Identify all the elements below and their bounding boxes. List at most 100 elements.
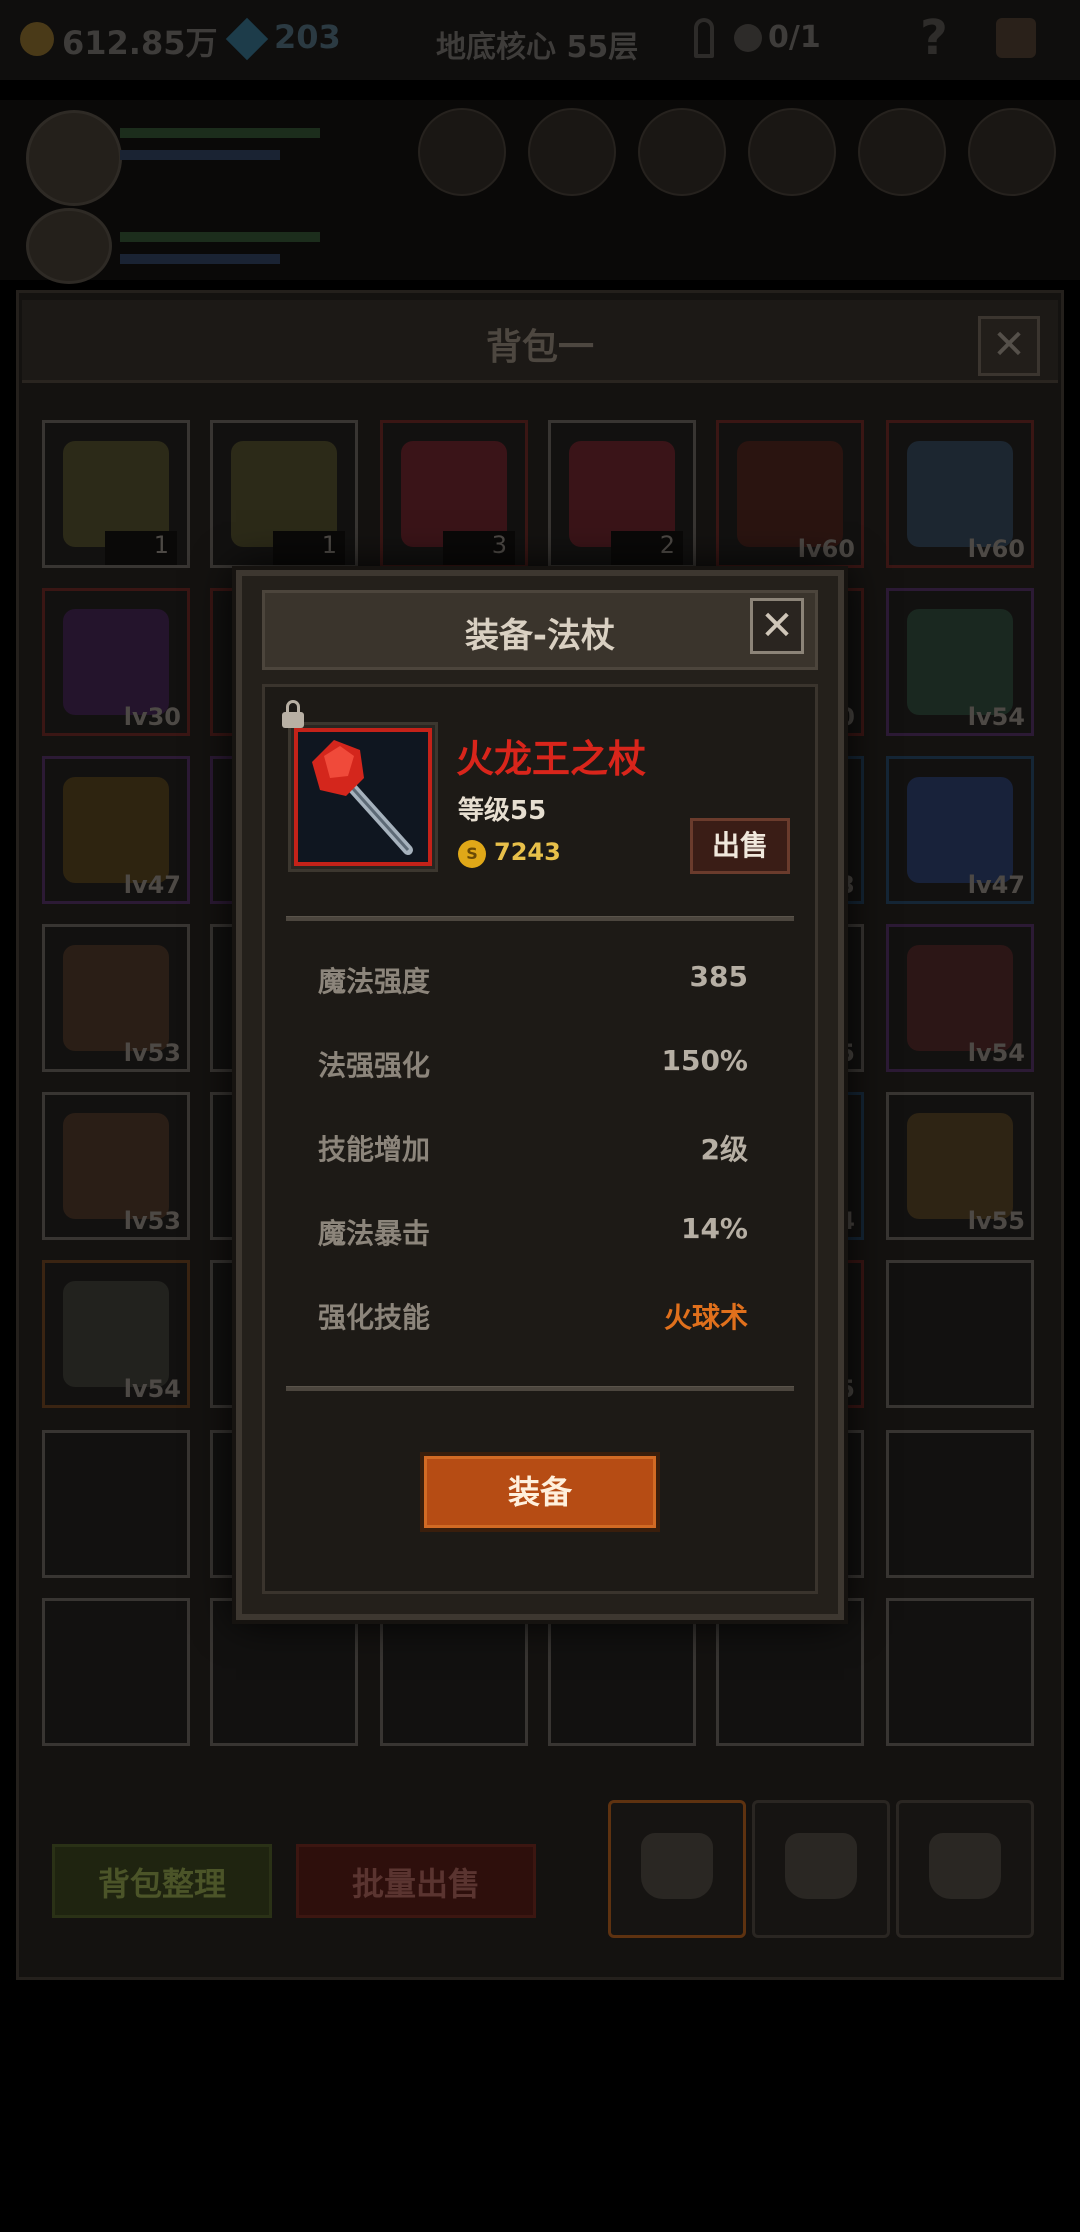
dialog-title: 装备-法杖 [464,616,616,656]
hero-hp-bar [120,128,320,138]
key-count: 0/1 [768,20,821,55]
item-quantity: 2 [611,531,683,565]
sort-backpack-button[interactable]: 背包整理 [52,1844,272,1918]
item-slot[interactable]: 3 [380,420,528,568]
item-slot[interactable]: lv54 [886,588,1034,736]
trident-icon [737,441,843,547]
stat-value: 14% [680,1212,748,1245]
stat-value: 385 [689,960,748,993]
sell-button[interactable]: 出售 [690,818,790,874]
bag-icon [929,1833,1001,1899]
item-level-label: lv53 [123,1039,181,1067]
bag-icon [641,1833,713,1899]
key-icon [694,18,714,58]
skill-slot-1[interactable] [418,108,506,196]
stat-value: 150% [661,1044,748,1077]
empty-slot[interactable] [716,1598,864,1746]
empty-slot[interactable] [210,1598,358,1746]
empty-slot[interactable] [548,1598,696,1746]
empty-slot[interactable] [886,1430,1034,1578]
empty-slot[interactable] [886,1598,1034,1746]
stat-label: 魔法强度 [318,965,431,998]
item-level-label: lv60 [967,535,1025,563]
book-icon [907,1113,1013,1219]
bag-tab-2[interactable] [752,1800,890,1938]
claws-icon [63,609,169,715]
skill-slot-2[interactable] [528,108,616,196]
equip-button[interactable]: 装备 [420,1452,660,1532]
item-slot[interactable]: lv60 [716,420,864,568]
backpack-close-button[interactable]: ✕ [978,316,1040,376]
item-level-label: lv55 [967,1207,1025,1235]
item-slot[interactable]: lv60 [886,420,1034,568]
settings-icon[interactable] [996,18,1036,58]
amulet-icon [907,777,1013,883]
hero-mp-bar-2 [120,254,280,264]
item-slot[interactable]: lv54 [42,1260,190,1408]
empty-slot[interactable] [42,1430,190,1578]
backpack-title: 背包一 [485,327,594,368]
divider [286,1386,794,1391]
skill-slot-3[interactable] [638,108,726,196]
ring-blue-icon [63,1113,169,1219]
hero-portrait[interactable] [26,110,122,206]
hero-mp-bar [120,150,280,160]
blade-icon [907,609,1013,715]
item-slot[interactable]: lv47 [42,756,190,904]
skill-slot-5[interactable] [858,108,946,196]
skill-slot-6[interactable] [968,108,1056,196]
item-slot[interactable]: 1 [42,420,190,568]
shoulder-icon [63,1281,169,1387]
item-slot[interactable]: lv47 [886,756,1034,904]
empty-slot[interactable] [380,1598,528,1746]
stat-value: 火球术 [663,1301,748,1334]
item-level-label: lv54 [123,1375,181,1403]
hero-portrait-2[interactable] [26,208,112,284]
item-price: 7243 [494,838,561,866]
item-quantity: 3 [443,531,515,565]
stat-label: 强化技能 [318,1301,431,1334]
coin-icon: S [458,840,486,868]
stat-label: 技能增加 [318,1133,431,1166]
item-level-label: lv53 [123,1207,181,1235]
item-quantity: 1 [273,531,345,565]
item-slot[interactable]: lv53 [42,924,190,1072]
lock-icon[interactable] [282,700,304,728]
bulk-sell-button[interactable]: 批量出售 [296,1844,536,1918]
gem-count: 203 [274,18,341,56]
bag-icon [785,1833,857,1899]
axe-icon [907,441,1013,547]
stat-label: 法强强化 [318,1049,431,1082]
stat-value: 2级 [700,1133,748,1166]
dungeon-location: 地底核心 55层 [436,30,639,65]
bag-tab-1[interactable] [608,1800,746,1938]
ring-icon [63,777,169,883]
stat-label: 魔法暴击 [318,1217,431,1250]
item-slot[interactable]: 1 [210,420,358,568]
item-level: 等级55 [458,796,547,826]
item-slot[interactable]: lv30 [42,588,190,736]
item-level-label: lv60 [797,535,855,563]
item-level-label: lv47 [967,871,1025,899]
help-button[interactable]: ? [920,10,948,66]
item-quantity: 1 [105,531,177,565]
item-level-label: lv54 [967,703,1025,731]
item-level-label: lv30 [123,703,181,731]
item-slot[interactable]: lv54 [886,924,1034,1072]
skill-slot-4[interactable] [748,108,836,196]
item-level-label: lv47 [123,871,181,899]
gold-amount: 612.85万 [62,24,218,62]
hero-hp-bar-2 [120,232,320,242]
item-slot[interactable]: lv55 [886,1092,1034,1240]
item-slot[interactable]: 2 [548,420,696,568]
divider [286,916,794,921]
item-level-label: lv54 [967,1039,1025,1067]
dialog-close-button[interactable]: ✕ [750,598,804,654]
item-name: 火龙王之杖 [456,737,647,781]
empty-slot[interactable] [42,1598,190,1746]
item-slot[interactable]: lv53 [42,1092,190,1240]
bag-tab-3[interactable] [896,1800,1034,1938]
staff-icon [294,728,432,866]
empty-slot[interactable] [886,1260,1034,1408]
gold-coin-icon [20,22,54,56]
